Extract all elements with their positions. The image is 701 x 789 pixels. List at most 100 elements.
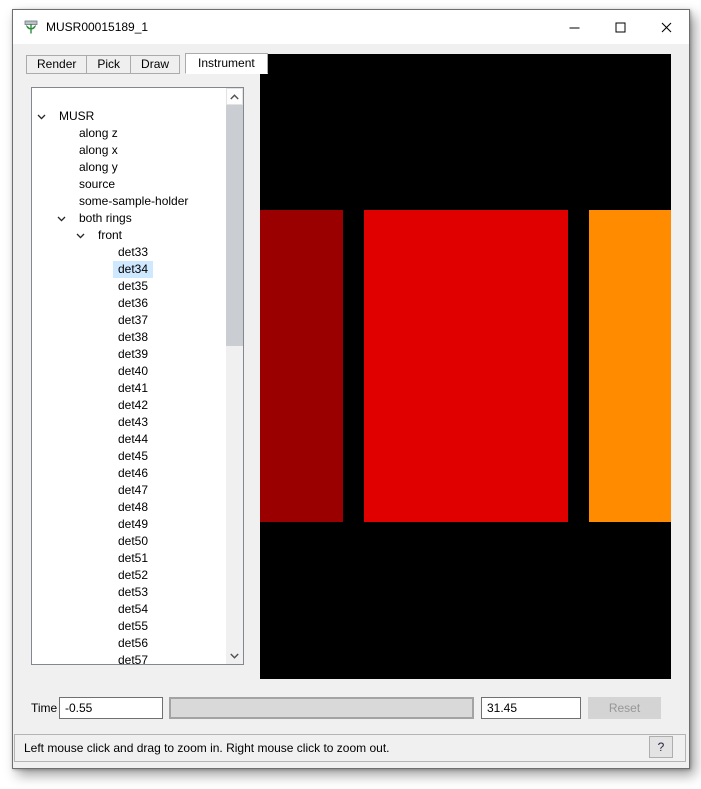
status-message: Left mouse click and drag to zoom in. Ri… (24, 741, 390, 755)
tree-scrollbar[interactable] (226, 88, 243, 664)
tree-item-label: det43 (118, 415, 149, 429)
desktop: MUSR00015189_1 Render Pick Draw Instrume… (0, 0, 701, 789)
chevron-down-icon[interactable] (57, 214, 74, 223)
tree-item-label: det35 (118, 279, 149, 293)
tab-instrument[interactable]: Instrument (185, 53, 268, 74)
tab-bar: Render Pick Draw Instrument (26, 53, 268, 74)
tree-item-label: det44 (118, 432, 149, 446)
instrument-3d-viewport[interactable] (260, 54, 671, 679)
tab-pick[interactable]: Pick (86, 55, 132, 74)
tree-item-label: det39 (118, 347, 149, 361)
tree-item-label: det46 (118, 466, 149, 480)
close-button[interactable] (643, 10, 689, 44)
detector-bank-left[interactable] (260, 210, 343, 522)
tree-item-det35[interactable]: det35 (32, 278, 226, 295)
maximize-icon (615, 22, 625, 32)
tree-item-label: det47 (118, 483, 149, 497)
title-bar[interactable]: MUSR00015189_1 (13, 10, 689, 44)
tree-item-det52[interactable]: det52 (32, 567, 226, 584)
tree-item-det43[interactable]: det43 (32, 414, 226, 431)
tree-item-det38[interactable]: det38 (32, 329, 226, 346)
tree-item-some-sample-holder[interactable]: some-sample-holder (32, 193, 226, 210)
tree-item-MUSR[interactable]: MUSR (32, 108, 226, 125)
tree-item-both-rings[interactable]: both rings (32, 210, 226, 227)
tab-draw[interactable]: Draw (130, 55, 181, 74)
scrollbar-thumb[interactable] (226, 105, 243, 346)
chevron-up-icon (230, 93, 239, 99)
tree-item-label: det36 (118, 296, 149, 310)
tree-item-label: both rings (79, 211, 132, 225)
tree-item-det57[interactable]: det57 (32, 652, 226, 665)
tree-item-label: along y (79, 160, 118, 174)
scroll-down-button[interactable] (226, 647, 243, 664)
tree-item-label: det41 (118, 381, 149, 395)
maximize-button[interactable] (597, 10, 643, 44)
time-slider[interactable] (169, 697, 474, 719)
tree-item-det49[interactable]: det49 (32, 516, 226, 533)
chevron-down-icon[interactable] (37, 112, 54, 121)
tree-item-det34[interactable]: det34 (32, 261, 226, 278)
minimize-button[interactable] (551, 10, 597, 44)
tree-item-label: det49 (118, 517, 149, 531)
tree-item-label: det33 (118, 245, 149, 259)
tree-item-label: source (79, 177, 116, 191)
tree-item-det45[interactable]: det45 (32, 448, 226, 465)
tree-item-det47[interactable]: det47 (32, 482, 226, 499)
tree-item-det48[interactable]: det48 (32, 499, 226, 516)
tree-item-label: det55 (118, 619, 149, 633)
tree-item-label: det48 (118, 500, 149, 514)
tree-item-det46[interactable]: det46 (32, 465, 226, 482)
reset-button[interactable]: Reset (588, 697, 661, 719)
tree-item-det39[interactable]: det39 (32, 346, 226, 363)
tree-item-det41[interactable]: det41 (32, 380, 226, 397)
tree-item-det54[interactable]: det54 (32, 601, 226, 618)
tree-item-label: det54 (118, 602, 149, 616)
tree-item-det40[interactable]: det40 (32, 363, 226, 380)
window-title: MUSR00015189_1 (46, 20, 149, 34)
tree-item-label: det52 (118, 568, 149, 582)
tree-item-label: along z (79, 126, 118, 140)
scroll-up-button[interactable] (226, 88, 243, 105)
tree-item-det37[interactable]: det37 (32, 312, 226, 329)
tree-item-along-y[interactable]: along y (32, 159, 226, 176)
time-max-input[interactable] (481, 697, 581, 719)
tree-item-label: some-sample-holder (79, 194, 189, 208)
tree-item-label: det42 (118, 398, 149, 412)
time-min-input[interactable] (59, 697, 163, 719)
tree-item-det36[interactable]: det36 (32, 295, 226, 312)
detector-bank-right[interactable] (589, 210, 671, 522)
tree-item-det50[interactable]: det50 (32, 533, 226, 550)
instrument-view-window: MUSR00015189_1 Render Pick Draw Instrume… (12, 9, 690, 769)
tree-item-along-z[interactable]: along z (32, 125, 226, 142)
tree-item-det42[interactable]: det42 (32, 397, 226, 414)
tree-item-label: det51 (118, 551, 149, 565)
tree-item-label: det53 (118, 585, 149, 599)
tree-item-det51[interactable]: det51 (32, 550, 226, 567)
tree-item-label: front (98, 228, 123, 242)
tree-item-label: det37 (118, 313, 149, 327)
time-controls: Time Reset (13, 697, 689, 719)
minimize-icon (569, 27, 579, 28)
chevron-down-icon[interactable] (76, 231, 93, 240)
tree-item-det56[interactable]: det56 (32, 635, 226, 652)
time-label: Time (31, 701, 58, 715)
tree-item-det44[interactable]: det44 (32, 431, 226, 448)
detector-bank-center[interactable] (364, 210, 568, 522)
tree-item-along-x[interactable]: along x (32, 142, 226, 159)
tree-item-label: det40 (118, 364, 149, 378)
help-button[interactable]: ? (649, 736, 673, 758)
tree-item-label: det34 (113, 261, 154, 278)
tree-item-det53[interactable]: det53 (32, 584, 226, 601)
component-tree-panel: MUSR along z along x along y source some-samp… (31, 87, 244, 665)
tab-render[interactable]: Render (26, 55, 88, 74)
component-tree: MUSR along z along x along y source some-samp… (32, 108, 226, 665)
chevron-down-icon (230, 653, 239, 659)
tree-item-front[interactable]: front (32, 227, 226, 244)
tree-item-det33[interactable]: det33 (32, 244, 226, 261)
tree-item-label: MUSR (59, 109, 95, 123)
tree-item-label: det38 (118, 330, 149, 344)
tree-item-label: det57 (118, 653, 149, 665)
tree-item-det55[interactable]: det55 (32, 618, 226, 635)
tree-item-source[interactable]: source (32, 176, 226, 193)
tree-item-label: det50 (118, 534, 149, 548)
